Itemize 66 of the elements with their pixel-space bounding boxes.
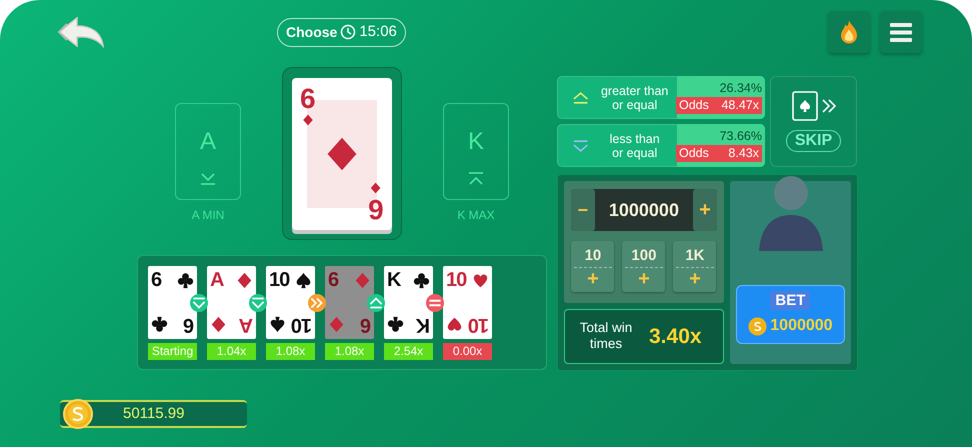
multiplier-tag: 0.00x — [443, 343, 492, 360]
bet-label: greater than or equal — [600, 84, 670, 112]
quick-add-button[interactable]: 1K + — [673, 241, 716, 292]
quick-add-value: 10 — [574, 247, 612, 268]
limit-label: K MAX — [457, 207, 495, 224]
coin-icon — [748, 316, 768, 336]
card-rank: 6 — [151, 269, 162, 291]
quick-add-plus: + — [689, 268, 701, 290]
chance-percent: 26.34% — [720, 81, 762, 96]
card-rank: 10 — [292, 314, 312, 336]
bet-label: less than or equal — [608, 132, 661, 160]
odds-value: 48.47x — [721, 97, 759, 114]
card-rank: 6 — [184, 314, 194, 336]
fire-button[interactable] — [828, 11, 870, 53]
total-win-value: 3.40x — [649, 324, 702, 350]
card-rank: A — [240, 314, 253, 336]
timer-label: Choose — [286, 22, 338, 42]
coin-icon — [63, 399, 93, 429]
multiplier-tag: 1.08x — [266, 343, 315, 360]
limit-rank: K — [468, 127, 484, 157]
odds-label: Odds — [679, 145, 709, 162]
quick-add-plus: + — [587, 268, 599, 290]
quick-add-value: 1K — [676, 247, 714, 268]
multiplier-tag: 2.54x — [384, 343, 433, 360]
less-equal-bet-button[interactable]: less than or equal 73.66% Odds 8.43x — [557, 124, 765, 167]
bet-amount: 1000000 — [770, 316, 833, 336]
quick-add-plus: + — [638, 268, 650, 290]
stake-amount: 1000000 — [608, 198, 680, 222]
odds-label: Odds — [679, 97, 709, 114]
menu-button[interactable] — [880, 11, 922, 53]
plus-button[interactable]: + — [692, 189, 717, 231]
bet-label: BET — [770, 291, 810, 310]
clock-icon — [340, 24, 356, 40]
greater-equal-bet-button[interactable]: greater than or equal 26.34% Odds 48.47x — [557, 76, 765, 119]
skip-label: SKIP — [786, 130, 842, 152]
card-rank: 10 — [468, 314, 489, 336]
bar-up-chevron-icon — [468, 172, 484, 185]
skip-button[interactable]: SKIP — [770, 76, 857, 167]
timer-value: 15:06 — [359, 22, 397, 42]
card-rank: 6 — [360, 314, 371, 336]
total-win-label: Total win times — [578, 320, 634, 352]
multiplier-tag: 1.04x — [207, 343, 256, 360]
card-rank: 10 — [446, 269, 466, 291]
quick-add-button[interactable]: 10 + — [571, 241, 614, 292]
balance-amount: 50115.99 — [123, 404, 184, 424]
spade-card-skip-icon — [792, 91, 836, 121]
card-rank: 6 — [300, 84, 316, 114]
bet-button[interactable]: BET 1000000 — [736, 285, 845, 344]
card-rank: 6 — [328, 269, 338, 291]
minus-button[interactable]: − — [570, 189, 595, 231]
card-rank: K — [387, 269, 400, 291]
odds-value: 8.43x — [728, 145, 759, 162]
limit-rank: A — [200, 127, 216, 157]
limit-label: A MIN — [192, 207, 224, 224]
chance-percent: 73.66% — [720, 129, 762, 144]
card-rank: 6 — [368, 194, 384, 224]
quick-add-value: 100 — [624, 247, 663, 268]
down-chevron-bar-icon — [200, 172, 216, 185]
card-rank: 10 — [269, 269, 290, 291]
card-rank: A — [210, 269, 224, 291]
multiplier-tag: 1.08x — [325, 343, 374, 360]
back-arrow-icon[interactable] — [55, 14, 105, 50]
multiplier-tag: Starting — [148, 343, 197, 360]
card-rank: K — [416, 314, 430, 336]
quick-add-button[interactable]: 100 + — [622, 241, 666, 292]
menu-icon — [890, 22, 912, 42]
